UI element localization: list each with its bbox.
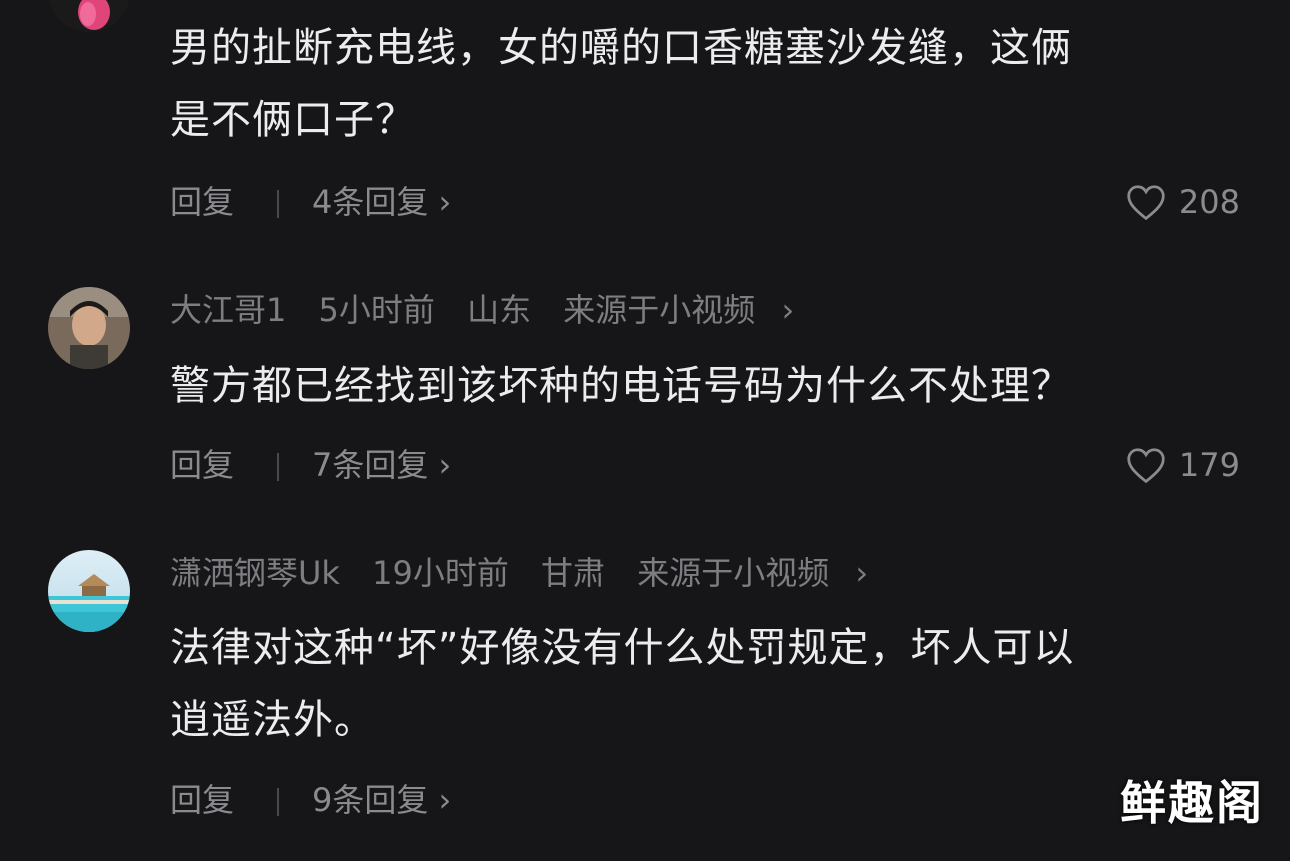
divider xyxy=(277,453,279,481)
comment-meta: 潇洒钢琴Uk 19小时前 甘肃 来源于小视频 › xyxy=(170,553,912,593)
view-replies-button[interactable]: 4条回复 › xyxy=(312,180,451,224)
reply-button[interactable]: 回复 xyxy=(170,443,234,487)
view-replies-button[interactable]: 7条回复 › xyxy=(312,443,451,487)
replies-count-label: 4条回复 xyxy=(312,183,429,221)
comment-text-line: 男的扯断充电线，女的嚼的口香糖塞沙发缝，这俩 xyxy=(170,25,1072,71)
chevron-right-icon: › xyxy=(855,554,869,592)
chevron-right-icon: › xyxy=(438,183,452,221)
comment-text-line: 是不俩口子？ xyxy=(170,97,416,143)
username[interactable]: 大江哥1 xyxy=(170,291,286,329)
comment-actions: 回复 7条回复 › 179 xyxy=(170,443,1245,487)
comment-actions: 回复 9条回复 › xyxy=(170,778,1245,822)
avatar[interactable] xyxy=(48,287,130,369)
view-replies-button[interactable]: 9条回复 › xyxy=(312,778,451,822)
timestamp: 5小时前 xyxy=(318,291,435,329)
username[interactable]: 潇洒钢琴Uk xyxy=(170,554,340,592)
location: 甘肃 xyxy=(541,554,606,592)
timestamp: 19小时前 xyxy=(372,554,509,592)
watermark: 鲜趣阁 xyxy=(1120,776,1264,830)
divider xyxy=(277,788,279,816)
like-button[interactable]: 208 xyxy=(1125,180,1240,224)
source-link[interactable]: 来源于小视频 › xyxy=(637,554,890,592)
comment-text: 法律对这种“坏”好像没有什么处罚规定，坏人可以 逍遥法外。 xyxy=(170,612,1240,756)
comment-meta: 大江哥1 5小时前 山东 来源于小视频 › xyxy=(170,290,838,330)
heart-icon xyxy=(1127,448,1165,484)
like-count: 179 xyxy=(1178,446,1240,484)
like-button[interactable]: 179 xyxy=(1125,443,1240,487)
chevron-right-icon: › xyxy=(438,446,452,484)
comment-text-line: 警方都已经找到该坏种的电话号码为什么不处理？ xyxy=(170,363,1072,409)
comment-text: 警方都已经找到该坏种的电话号码为什么不处理？ xyxy=(170,350,1240,422)
reply-button[interactable]: 回复 xyxy=(170,180,234,224)
comment-text-line: 法律对这种“坏”好像没有什么处罚规定，坏人可以 xyxy=(170,625,1075,671)
comment-text: 男的扯断充电线，女的嚼的口香糖塞沙发缝，这俩 是不俩口子？ xyxy=(170,12,1240,156)
location: 山东 xyxy=(467,291,532,329)
divider xyxy=(277,190,279,218)
avatar[interactable] xyxy=(48,550,130,632)
source-link[interactable]: 来源于小视频 › xyxy=(563,291,816,329)
comment-text-line: 逍遥法外。 xyxy=(170,697,375,743)
avatar-image xyxy=(48,550,130,632)
avatar-image xyxy=(48,0,130,32)
heart-icon xyxy=(1127,185,1165,221)
chevron-right-icon: › xyxy=(438,781,452,819)
replies-count-label: 9条回复 xyxy=(312,781,429,819)
like-count: 208 xyxy=(1178,183,1240,221)
source-label: 来源于小视频 xyxy=(563,291,756,329)
source-label: 来源于小视频 xyxy=(637,554,830,592)
replies-count-label: 7条回复 xyxy=(312,446,429,484)
comment-actions: 回复 4条回复 › 208 xyxy=(170,180,1245,224)
reply-button[interactable]: 回复 xyxy=(170,778,234,822)
chevron-right-icon: › xyxy=(781,291,795,329)
avatar-image xyxy=(48,287,130,369)
avatar[interactable] xyxy=(48,0,130,32)
